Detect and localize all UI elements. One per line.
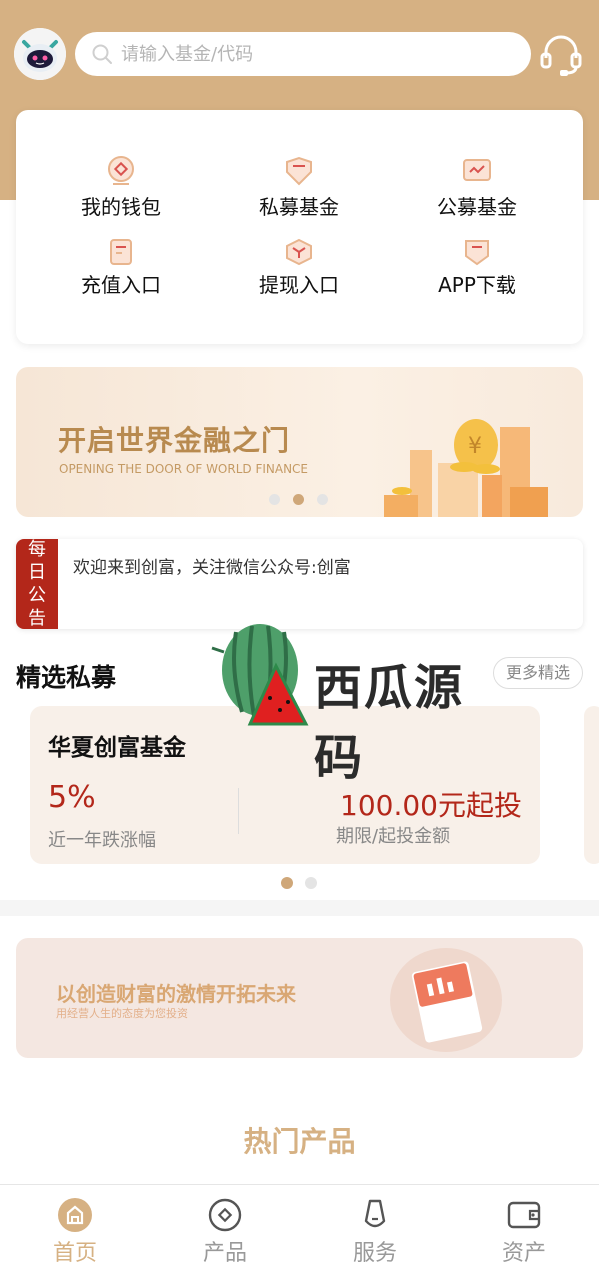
daily-notice[interactable]: 每 日 公 告 欢迎来到创富，关注微信公众号:创富 [16,539,583,629]
search-input[interactable] [121,32,521,76]
notice-tag-char: 每 [28,539,46,560]
wallet-assets-icon [507,1201,541,1229]
search-bar[interactable] [75,32,531,76]
finance-banner[interactable]: 开启世界金融之门 OPENING THE DOOR OF WORLD FINAN… [16,367,583,517]
notice-tag-char: 日 [28,562,46,583]
next-fund-card[interactable] [584,706,599,864]
bottom-tab-bar: 首页 产品 服务 资产 [0,1184,599,1279]
public-fund-icon [463,159,491,181]
tab-home[interactable]: 首页 [0,1185,150,1279]
tab-label: 产品 [202,1241,247,1266]
pagination-dot[interactable] [269,494,280,505]
tab-label: 首页 [52,1241,97,1266]
quick-item-label: 充值入口 [81,273,161,297]
notice-text: 欢迎来到创富，关注微信公众号:创富 [73,558,351,578]
recharge-icon [110,239,132,265]
report-document-illustration [390,948,502,1052]
headset-icon[interactable] [538,32,584,78]
tab-label: 服务 [352,1241,397,1266]
quick-item-label: 我的钱包 [81,195,161,219]
quick-item-recharge[interactable]: 充值入口 [46,238,196,298]
pagination-dot[interactable] [305,877,317,889]
tab-service[interactable]: 服务 [300,1185,450,1279]
section-divider [0,900,599,916]
notice-tag-char: 公 [28,585,46,606]
city-coins-illustration: ¥ [384,419,548,517]
more-featured-button[interactable]: 更多精选 [493,657,583,689]
quick-item-withdraw[interactable]: 提现入口 [224,238,374,298]
product-icon [208,1198,242,1232]
quick-menu-card: 我的钱包 私募基金 公募基金 充值入口 提现入口 APP下载 [16,110,583,344]
promo-banner[interactable]: 以创造财富的激情开拓未来 用经营人生的态度为您投资 [16,938,583,1058]
banner-subtitle: OPENING THE DOOR OF WORLD FINANCE [59,462,309,476]
watermark: 西瓜源码 [210,618,480,786]
tab-product[interactable]: 产品 [150,1185,300,1279]
quick-item-public-fund[interactable]: 公募基金 [402,154,552,220]
private-fund-icon [286,156,312,186]
watermelon-logo-icon [211,624,309,726]
quick-item-label: APP下载 [438,273,516,297]
quick-item-app-download[interactable]: APP下载 [402,238,552,298]
promo-subtitle: 用经营人生的态度为您投资 [56,1007,188,1020]
pagination-dot[interactable] [317,494,328,505]
banner-pagination [269,490,341,509]
search-icon [92,44,112,64]
quick-item-label: 公募基金 [437,195,517,219]
app-download-icon [465,240,489,266]
banner-title: 开启世界金融之门 [58,424,291,457]
fund-amount-label: 期限/起投金额 [336,826,451,847]
quick-item-label: 提现入口 [259,273,339,297]
notice-tag-char: 告 [28,608,46,629]
fund-name: 华夏创富基金 [48,735,186,761]
fund-amount: 100.00元起投 [340,789,522,822]
fund-rate: 5% [48,780,96,815]
tab-label: 资产 [501,1241,546,1266]
wallet-icon [108,156,134,185]
home-icon [58,1198,92,1232]
fund-pagination [281,874,329,893]
watermark-text: 西瓜源码 [314,660,465,786]
fund-divider [238,788,239,834]
promo-title: 以创造财富的激情开拓未来 [56,982,296,1006]
hot-products-title: 热门产品 [243,1125,356,1158]
quick-item-private-fund[interactable]: 私募基金 [224,154,374,220]
fund-rate-label: 近一年跌涨幅 [48,830,156,851]
service-icon [364,1199,386,1228]
svg-text:¥: ¥ [468,434,482,459]
featured-section-title: 精选私募 [16,663,117,692]
pagination-dot-active[interactable] [293,494,304,505]
tab-assets[interactable]: 资产 [449,1185,599,1279]
pagination-dot-active[interactable] [281,877,293,889]
withdraw-icon [286,238,312,266]
notice-tag: 每 日 公 告 [16,539,58,629]
quick-item-label: 私募基金 [259,195,339,219]
quick-item-wallet[interactable]: 我的钱包 [46,154,196,220]
robot-avatar-icon[interactable] [14,28,66,80]
